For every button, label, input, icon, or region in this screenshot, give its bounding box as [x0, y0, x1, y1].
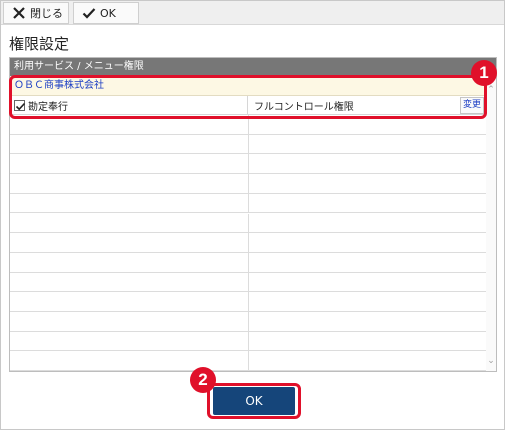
app-checkbox[interactable] [14, 100, 26, 111]
permission-cell: フルコントロール権限 変更 [248, 96, 486, 115]
ok-button[interactable]: OK [213, 387, 295, 415]
empty-row [10, 292, 486, 312]
column-divider [248, 272, 249, 292]
column-divider [248, 233, 249, 252]
vertical-scrollbar[interactable]: ⌃ ⌄ [486, 76, 496, 371]
empty-row [10, 115, 486, 135]
close-icon [12, 6, 26, 20]
empty-row [10, 134, 486, 155]
checkmark-icon [82, 6, 96, 20]
page-title: 権限設定 [9, 35, 70, 53]
empty-row [10, 154, 486, 175]
column-divider [248, 134, 249, 154]
permission-grid: 利用サービス / メニュー権限 ＯＢＣ商事株式会社 勘定奉行 フルコントロール権… [9, 57, 497, 372]
empty-rows-area [10, 115, 486, 371]
column-divider [248, 213, 249, 233]
change-button[interactable]: 変更 [460, 97, 484, 114]
grid-header: 利用サービス / メニュー権限 [10, 58, 496, 76]
column-divider [248, 174, 249, 193]
app-name-cell: 勘定奉行 [10, 96, 248, 115]
callout-badge-2: 2 [190, 367, 216, 393]
company-row[interactable]: ＯＢＣ商事株式会社 [10, 76, 486, 96]
toolbar-ok-button[interactable]: OK [73, 2, 139, 24]
column-divider [248, 351, 249, 371]
toolbar: 閉じる OK [1, 1, 504, 25]
app-row[interactable]: 勘定奉行 フルコントロール権限 変更 [10, 96, 486, 115]
dialog-window: 閉じる OK 権限設定 利用サービス / メニュー権限 ＯＢＣ商事株式会社 勘定… [0, 0, 505, 430]
column-divider [248, 331, 249, 351]
empty-row [10, 193, 486, 214]
empty-row [10, 174, 486, 194]
scroll-down-icon[interactable]: ⌄ [486, 355, 496, 367]
close-button[interactable]: 閉じる [3, 2, 69, 24]
scroll-up-icon[interactable]: ⌃ [486, 84, 496, 96]
close-button-label: 閉じる [30, 7, 63, 20]
column-divider [248, 312, 249, 331]
empty-row [10, 272, 486, 293]
empty-row [10, 252, 486, 273]
toolbar-ok-label: OK [100, 6, 116, 20]
empty-row [10, 351, 486, 371]
app-name-label: 勘定奉行 [28, 102, 68, 113]
empty-row [10, 331, 486, 352]
column-divider [248, 252, 249, 272]
empty-row [10, 233, 486, 253]
permission-label: フルコントロール権限 [254, 102, 354, 113]
column-divider [248, 115, 249, 134]
callout-badge-1: 1 [471, 60, 497, 86]
empty-row [10, 312, 486, 332]
column-divider [248, 193, 249, 213]
column-divider [248, 154, 249, 174]
column-divider [248, 292, 249, 311]
empty-row [10, 213, 486, 234]
